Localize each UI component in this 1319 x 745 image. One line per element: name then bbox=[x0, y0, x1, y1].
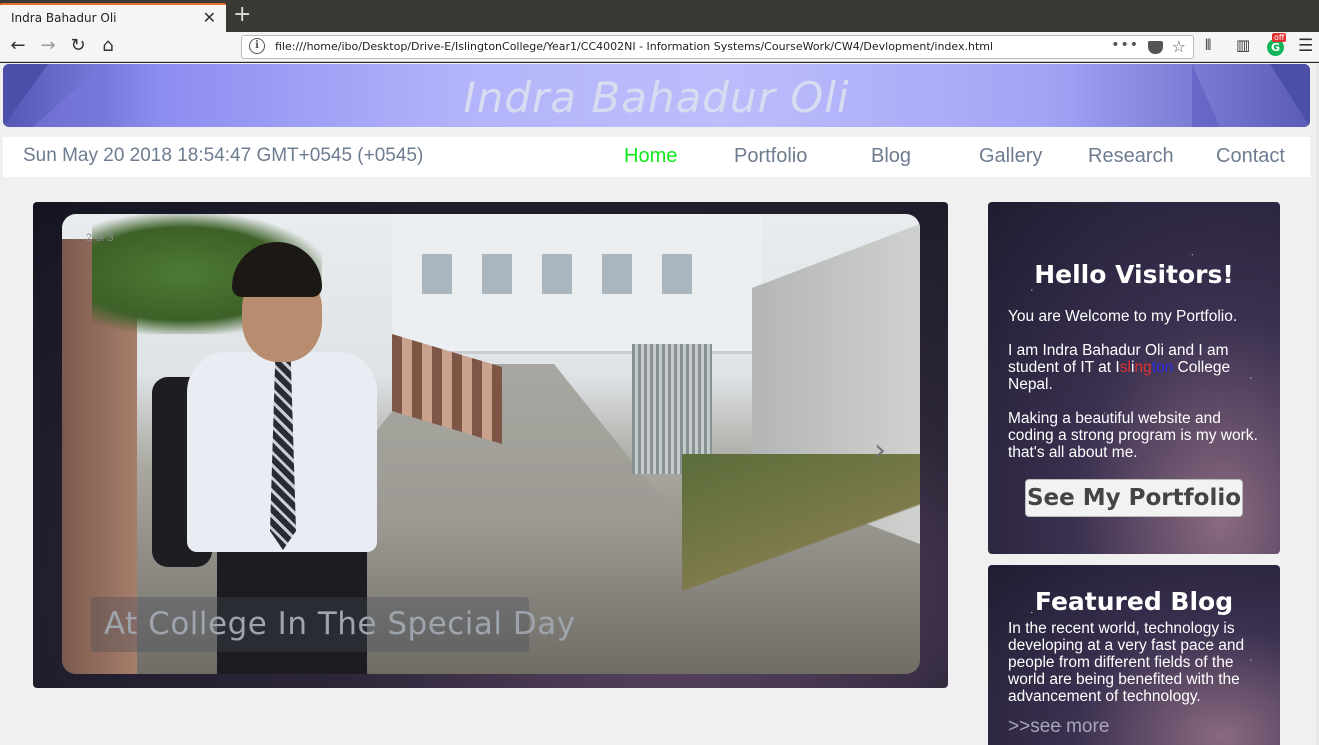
extension-off-badge: off bbox=[1272, 33, 1287, 42]
menu-icon[interactable]: ☰ bbox=[1298, 36, 1313, 56]
nav-home[interactable]: Home bbox=[624, 145, 677, 168]
nav-contact[interactable]: Contact bbox=[1216, 145, 1285, 168]
hello-visitors-card: Hello Visitors! You are Welcome to my Po… bbox=[988, 202, 1280, 554]
college-name-seg5: ton bbox=[1151, 359, 1174, 376]
card-title: Hello Visitors! bbox=[1034, 260, 1234, 289]
blog-text: In the recent world, technology is devel… bbox=[1008, 620, 1245, 705]
photo-windows bbox=[422, 254, 722, 294]
current-datetime: Sun May 20 2018 18:54:47 GMT+0545 (+0545… bbox=[23, 145, 424, 166]
about-text: Making a beautiful website and coding a … bbox=[1008, 410, 1258, 461]
browser-tab[interactable]: Indra Bahadur Oli ✕ bbox=[0, 3, 226, 32]
reload-icon[interactable]: ↻ bbox=[66, 35, 90, 57]
slide-counter: 2 of 3 bbox=[86, 232, 114, 244]
see-more-link[interactable]: >>see more bbox=[1008, 716, 1109, 738]
new-tab-button[interactable]: + bbox=[233, 2, 251, 27]
forward-arrow-icon[interactable]: → bbox=[36, 35, 60, 57]
featured-blog-card: Featured Blog In the recent world, techn… bbox=[988, 565, 1280, 745]
nav-portfolio[interactable]: Portfolio bbox=[734, 145, 807, 168]
slide-caption: At College In The Special Day bbox=[104, 606, 576, 642]
photo-grass bbox=[682, 454, 920, 594]
intro-text: I am Indra Bahadur Oli and I am student … bbox=[1008, 342, 1266, 393]
sidebar-icon[interactable]: ▥ bbox=[1236, 36, 1250, 54]
see-my-portfolio-button[interactable]: See My Portfolio bbox=[1025, 479, 1243, 517]
tab-title: Indra Bahadur Oli bbox=[11, 11, 117, 25]
nav-gallery[interactable]: Gallery bbox=[979, 145, 1042, 168]
card-title: Featured Blog bbox=[1034, 587, 1234, 616]
bookmark-star-icon[interactable]: ☆ bbox=[1172, 37, 1186, 56]
browser-tab-bar: Indra Bahadur Oli ✕ + bbox=[0, 0, 1319, 32]
college-name-seg4: ng bbox=[1134, 359, 1152, 376]
site-title: Indra Bahadur Oli bbox=[463, 73, 850, 122]
nav-blog[interactable]: Blog bbox=[871, 145, 911, 168]
library-icon[interactable]: ⫴ bbox=[1205, 36, 1211, 54]
college-name-seg2: sl bbox=[1119, 359, 1131, 376]
person-hair bbox=[232, 242, 322, 297]
back-arrow-icon[interactable]: ← bbox=[6, 35, 30, 57]
url-text[interactable]: file:///home/ibo/Desktop/Drive-E/Islingt… bbox=[275, 40, 993, 53]
welcome-text: You are Welcome to my Portfolio. bbox=[1008, 308, 1238, 325]
pocket-icon[interactable] bbox=[1148, 41, 1163, 54]
browser-toolbar: ← → ↻ ⌂ i file:///home/ibo/Desktop/Drive… bbox=[0, 32, 1319, 62]
close-tab-icon[interactable]: ✕ bbox=[203, 8, 216, 27]
info-icon[interactable]: i bbox=[249, 38, 265, 54]
main-navigation: Sun May 20 2018 18:54:47 GMT+0545 (+0545… bbox=[3, 137, 1310, 177]
slideshow: 2 of 3 › At College In The Special Day bbox=[33, 202, 948, 688]
next-slide-button[interactable]: › bbox=[874, 436, 886, 466]
address-bar[interactable]: i file:///home/ibo/Desktop/Drive-E/Islin… bbox=[241, 35, 1194, 59]
page-viewport: Indra Bahadur Oli Sun May 20 2018 18:54:… bbox=[0, 63, 1319, 745]
header-banner: Indra Bahadur Oli bbox=[3, 64, 1310, 127]
slide-image: 2 of 3 › At College In The Special Day bbox=[62, 214, 920, 674]
home-icon[interactable]: ⌂ bbox=[96, 35, 120, 57]
page-actions-icon[interactable]: ••• bbox=[1111, 37, 1139, 53]
nav-research[interactable]: Research bbox=[1088, 145, 1174, 168]
